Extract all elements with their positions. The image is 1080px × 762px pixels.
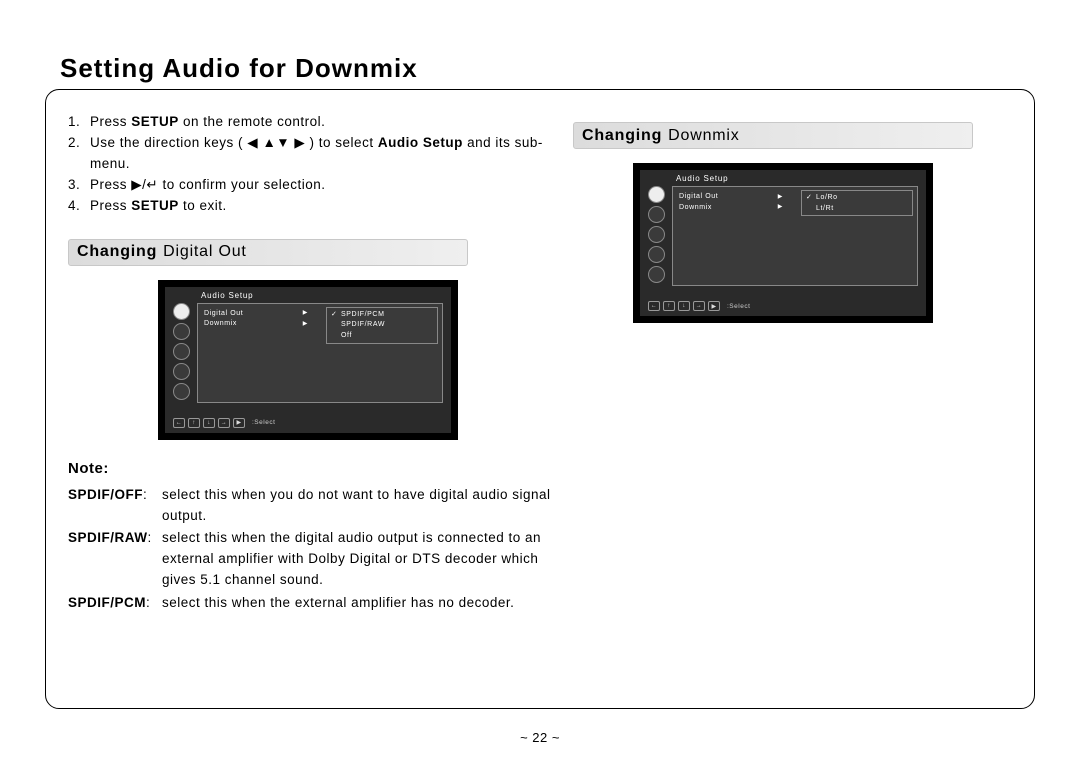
section-heading-digital-out: Changing Digital Out [68,239,468,266]
step-number: 2. [68,133,90,175]
nav-arrow-icon: ↑ [188,418,200,428]
osd-menu-item: Digital Out▶ [679,192,787,203]
osd-category-icon [648,246,665,263]
osd-menu-title: Audio Setup [201,291,253,300]
note-body: SPDIF/OFFselect this when you do not wan… [68,485,558,615]
right-column: Changing Downmix Audio Setup Digital Out… [573,112,1023,343]
page-number: ~ 22 ~ [0,730,1080,745]
osd-submenu: ✓SPDIF/PCMSPDIF/RAWOff [326,307,438,345]
step-number: 1. [68,112,90,133]
osd-category-icon [173,303,190,320]
osd-screenshot-downmix: Audio Setup Digital Out▶Downmix▶ ✓Lo/RoL… [633,163,933,323]
osd-screenshot-digital-out: Audio Setup Digital Out▶Downmix▶ ✓SPDIF/… [158,280,458,440]
osd-category-icon [648,186,665,203]
note-definition: select this when the digital audio outpu… [162,528,558,591]
page-title: Setting Audio for Downmix [60,53,418,84]
step-row: 3.Press ▶/↵ to confirm your selection. [68,175,558,196]
osd-category-icon [648,206,665,223]
osd-sidebar-icons [648,186,668,286]
section-bold: Changing [77,243,157,261]
osd-inner: Audio Setup Digital Out▶Downmix▶ ✓SPDIF/… [165,287,451,433]
step-number: 4. [68,196,90,217]
section-bold: Changing [582,127,662,145]
osd-panel: Digital Out▶Downmix▶ ✓Lo/RoLt/Rt [672,186,918,286]
osd-option: Off [331,331,433,342]
section-rest: Downmix [668,127,739,145]
note-term: SPDIF/PCM [68,593,162,614]
note-term: SPDIF/OFF [68,485,162,527]
play-icon: ▶ [708,301,720,311]
osd-category-icon [173,383,190,400]
osd-submenu: ✓Lo/RoLt/Rt [801,190,913,216]
step-row: 4.Press SETUP to exit. [68,196,558,217]
osd-panel: Digital Out▶Downmix▶ ✓SPDIF/PCMSPDIF/RAW… [197,303,443,403]
nav-arrow-icon: ↓ [678,301,690,311]
osd-footer-label: :Select [252,419,275,426]
nav-arrow-icon: ↓ [203,418,215,428]
step-row: 1.Press SETUP on the remote control. [68,112,558,133]
osd-option: ✓Lo/Ro [806,193,908,204]
note-definition: select this when the external amplifier … [162,593,558,614]
nav-arrow-icon: ← [173,418,185,428]
instruction-steps: 1.Press SETUP on the remote control.2.Us… [68,112,558,217]
note-definition: select this when you do not want to have… [162,485,558,527]
left-column: 1.Press SETUP on the remote control.2.Us… [68,112,558,616]
osd-footer: ←↑↓→▶ :Select [173,418,275,428]
osd-menu-title: Audio Setup [676,174,728,183]
step-text: Press ▶/↵ to confirm your selection. [90,175,558,196]
osd-sidebar-icons [173,303,193,403]
note-heading: Note: [68,460,558,477]
osd-inner: Audio Setup Digital Out▶Downmix▶ ✓Lo/RoL… [640,170,926,316]
nav-arrow-icon: → [218,418,230,428]
osd-menu-items: Digital Out▶Downmix▶ [673,187,793,218]
note-row: SPDIF/PCMselect this when the external a… [68,593,558,614]
note-row: SPDIF/RAWselect this when the digital au… [68,528,558,591]
step-number: 3. [68,175,90,196]
nav-arrow-icon: ← [648,301,660,311]
osd-category-icon [173,323,190,340]
step-text: Press SETUP to exit. [90,196,558,217]
step-text: Use the direction keys ( ◀ ▲▼ ▶ ) to sel… [90,133,558,175]
note-row: SPDIF/OFFselect this when you do not wan… [68,485,558,527]
osd-footer: ←↑↓→▶ :Select [648,301,750,311]
step-row: 2.Use the direction keys ( ◀ ▲▼ ▶ ) to s… [68,133,558,175]
osd-menu-item: Digital Out▶ [204,309,312,320]
osd-menu-item: Downmix▶ [679,203,787,214]
section-rest: Digital Out [163,243,247,261]
osd-footer-label: :Select [727,303,750,310]
nav-arrow-icon: → [693,301,705,311]
osd-category-icon [648,226,665,243]
osd-category-icon [173,343,190,360]
note-term: SPDIF/RAW [68,528,162,591]
osd-option: Lt/Rt [806,204,908,215]
section-heading-downmix: Changing Downmix [573,122,973,149]
step-text: Press SETUP on the remote control. [90,112,558,133]
osd-menu-item: Downmix▶ [204,319,312,330]
osd-option: SPDIF/RAW [331,320,433,331]
osd-option: ✓SPDIF/PCM [331,310,433,321]
osd-category-icon [173,363,190,380]
play-icon: ▶ [233,418,245,428]
osd-menu-items: Digital Out▶Downmix▶ [198,304,318,335]
nav-arrow-icon: ↑ [663,301,675,311]
osd-category-icon [648,266,665,283]
